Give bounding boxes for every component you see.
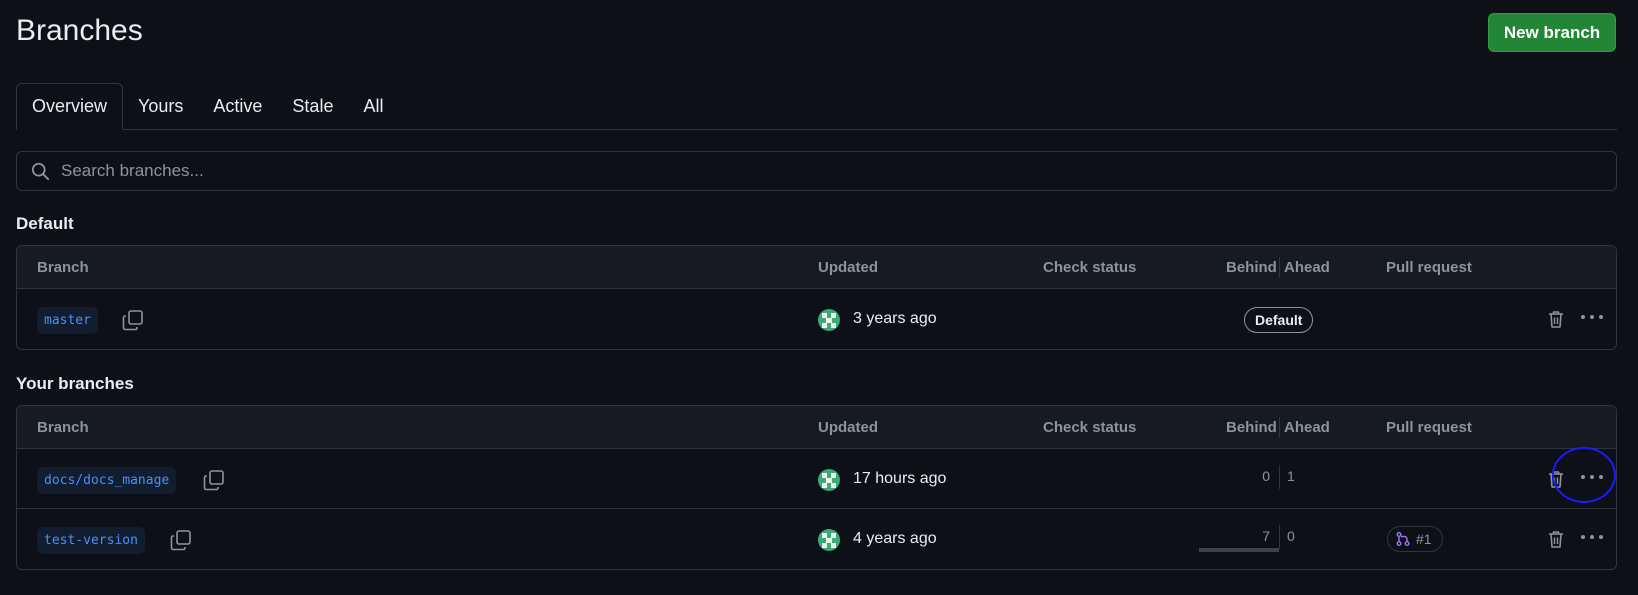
column-divider — [1279, 257, 1280, 278]
ahead-count: 0 — [1287, 528, 1295, 544]
branch-name-link[interactable]: docs/docs_manage — [37, 467, 177, 494]
default-badge: Default — [1244, 307, 1314, 333]
column-check-status: Check status — [1043, 419, 1137, 436]
your-branches-table: Branch Updated Check status Behind Ahead… — [16, 405, 1617, 570]
pull-request-number: #1 — [1416, 531, 1432, 547]
branch-tabs: Overview Yours Active Stale All — [16, 83, 1617, 130]
ahead-behind-divider — [1279, 465, 1280, 489]
avatar-icon — [818, 469, 840, 491]
avatar-icon — [818, 529, 840, 551]
column-behind: Behind — [1226, 259, 1277, 276]
search-box[interactable] — [16, 151, 1617, 191]
column-updated: Updated — [818, 259, 878, 276]
tab-overview[interactable]: Overview — [16, 83, 124, 130]
pull-request-badge[interactable]: #1 — [1387, 526, 1443, 552]
column-ahead: Ahead — [1284, 259, 1330, 276]
git-pull-request-icon — [1396, 532, 1410, 546]
column-check-status: Check status — [1043, 259, 1137, 276]
section-heading-default: Default — [16, 214, 74, 233]
table-header: Branch Updated Check status Behind Ahead… — [17, 406, 1616, 449]
updated-time: 3 years ago — [853, 310, 937, 327]
kebab-icon[interactable] — [1580, 527, 1604, 547]
page-title: Branches — [16, 14, 143, 47]
column-updated: Updated — [818, 419, 878, 436]
updated-time: 17 hours ago — [853, 470, 947, 487]
trash-icon[interactable] — [1545, 528, 1567, 550]
copy-icon[interactable] — [120, 307, 146, 333]
default-branches-table: Branch Updated Check status Behind Ahead… — [16, 245, 1617, 350]
column-behind: Behind — [1226, 419, 1277, 436]
column-pull-request: Pull request — [1386, 259, 1472, 276]
ahead-behind-divider — [1279, 525, 1280, 549]
annotation-circle — [1552, 447, 1616, 503]
column-branch: Branch — [37, 259, 89, 276]
table-row: master 3 years ago Default — [17, 289, 1616, 349]
kebab-icon[interactable] — [1580, 307, 1604, 327]
copy-icon[interactable] — [201, 467, 227, 493]
behind-count: 0 — [1262, 468, 1270, 484]
tab-yours[interactable]: Yours — [123, 83, 198, 129]
table-row: test-version 4 years ago 7 0 #1 — [17, 509, 1616, 569]
search-input[interactable] — [61, 161, 1561, 181]
column-ahead: Ahead — [1284, 419, 1330, 436]
avatar-icon — [818, 309, 840, 331]
branch-name-link[interactable]: master — [37, 307, 98, 334]
table-row: docs/docs_manage 17 hours ago 0 1 — [17, 449, 1616, 509]
branch-name-link[interactable]: test-version — [37, 527, 145, 554]
tab-active[interactable]: Active — [198, 83, 277, 129]
section-heading-your-branches: Your branches — [16, 374, 134, 393]
table-header: Branch Updated Check status Behind Ahead… — [17, 246, 1616, 289]
tab-stale[interactable]: Stale — [277, 83, 348, 129]
trash-icon[interactable] — [1545, 308, 1567, 330]
new-branch-button[interactable]: New branch — [1488, 13, 1616, 52]
behind-bar — [1199, 548, 1279, 552]
column-pull-request: Pull request — [1386, 419, 1472, 436]
column-divider — [1279, 417, 1280, 438]
copy-icon[interactable] — [168, 527, 194, 553]
tab-all[interactable]: All — [348, 83, 398, 129]
search-icon — [31, 162, 50, 180]
ahead-count: 1 — [1287, 468, 1295, 484]
updated-time: 4 years ago — [853, 530, 937, 547]
behind-count: 7 — [1262, 528, 1270, 544]
column-branch: Branch — [37, 419, 89, 436]
